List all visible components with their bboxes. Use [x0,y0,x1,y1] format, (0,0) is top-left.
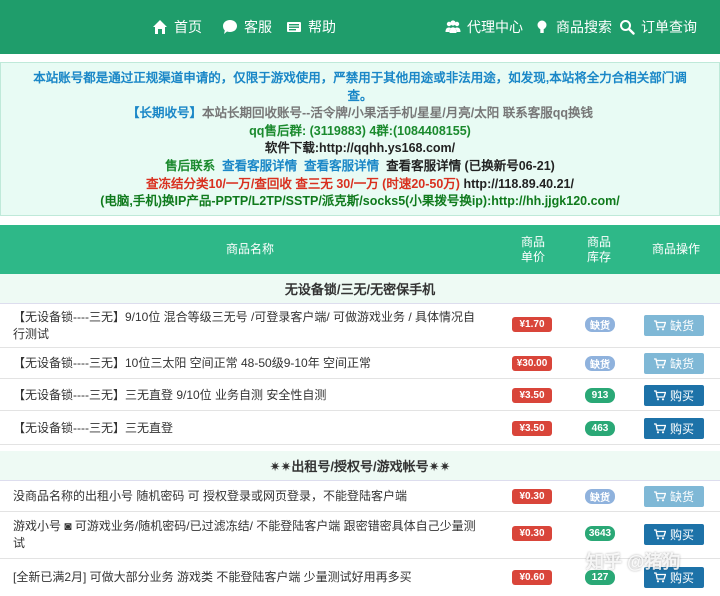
table-row: 【无设备锁----三无】10位三太阳 空间正常 48-50级9-10年 空间正常… [0,348,720,379]
notice-long-term-label: 【长期收号】 [127,106,203,121]
service-detail-link-1[interactable]: 查看客服详情 [222,159,297,173]
nav-home-label: 首页 [174,19,202,35]
notice-freeze-check: 查冻结分类10/一万/查回收 查三无 30/一万 (时速20-50万) [146,176,460,191]
notice-line-1b: 查。 [347,88,373,103]
nav-agent-label: 代理中心 [467,19,523,35]
button-label: 购买 [669,422,694,436]
nav-service[interactable]: 客服 [222,0,272,54]
cart-icon [653,423,666,434]
buy-button[interactable]: 购买 [644,385,704,406]
out-of-stock-button[interactable]: 缺货 [644,486,704,507]
home-icon [153,20,167,34]
cart-icon [653,491,666,502]
notice-freeze-url[interactable]: http://118.89.40.21/ [463,177,573,191]
button-label: 购买 [669,389,694,403]
nav-home[interactable]: 首页 [152,0,202,54]
product-name[interactable]: 【无设备锁----三无】三无直登 9/10位 业务自测 安全性自测 [13,387,483,404]
price-badge: ¥1.70 [512,317,552,332]
header-operation: 商品操作 [651,242,700,256]
search-icon [620,20,635,35]
cart-icon [653,390,666,401]
table-row: 【无设备锁----三无】三无直登 ¥3.50 463 购买 [0,411,720,445]
buy-button[interactable]: 购买 [644,418,704,439]
nav-service-label: 客服 [244,19,272,35]
price-badge: ¥30.00 [512,356,552,371]
nav-product-search-label: 商品搜索 [556,19,612,35]
notice-software-download: 软件下载:http://qqhh.ys168.com/ [264,141,456,156]
watermark: 知乎 @猪狗 [586,552,681,572]
category-header: ✷✷出租号/授权号/游戏帐号✷✷ [0,451,720,481]
notice-line-1a: 本站账号都是通过正规渠道申请的，仅限于游戏使用，严禁用于其他用途或非法用途，如发… [33,71,687,85]
stock-badge: 913 [585,388,615,403]
button-label: 缺货 [669,490,694,504]
category-header: 无设备锁/三无/无密保手机 [0,274,720,304]
cart-icon [653,529,666,540]
lightbulb-icon [537,20,547,33]
table-row: 【无设备锁----三无】三无直登 9/10位 业务自测 安全性自测 ¥3.50 … [0,379,720,411]
chat-bubble-icon [223,20,237,34]
nav-agent-center[interactable]: 代理中心 [445,0,523,54]
buy-button[interactable]: 购买 [644,524,704,545]
top-navigation: 首页 客服 帮助 代理中心 商品搜索 订单查询 [0,0,720,54]
stock-badge: 463 [585,421,615,436]
stock-badge: 缺货 [585,356,615,371]
notice-box: 本站账号都是通过正规渠道申请的，仅限于游戏使用，严禁用于其他用途或非法用途，如发… [0,62,720,216]
nav-product-search[interactable]: 商品搜索 [534,0,612,54]
product-name[interactable]: 没商品名称的出租小号 随机密码 可 授权登录或网页登录，不能登陆客户端 [13,488,483,505]
price-badge: ¥3.50 [512,388,552,403]
product-name[interactable]: 【无设备锁----三无】9/10位 混合等级三无号 /可登录客户端/ 可做游戏业… [13,309,483,342]
price-badge: ¥0.30 [512,489,552,504]
stock-badge: 缺货 [585,317,615,332]
product-name[interactable]: 【无设备锁----三无】10位三太阳 空间正常 48-50级9-10年 空间正常 [13,355,483,372]
table-row: 【无设备锁----三无】9/10位 混合等级三无号 /可登录客户端/ 可做游戏业… [0,304,720,348]
price-badge: ¥0.30 [512,526,552,541]
product-name[interactable]: [全新已满2月] 可做大部分业务 游戏类 不能登陆客户端 少量测试好用再多买 [13,569,483,586]
out-of-stock-button[interactable]: 缺货 [644,353,704,374]
stock-badge: 3643 [585,526,615,541]
notice-long-term-text: 本站长期回收账号--活令牌/小果活手机/星星/月亮/太阳 联系客服qq换钱 [202,106,593,121]
button-label: 购买 [669,528,694,542]
service-detail-link-3[interactable]: 查看客服详情 (已换新号06-21) [386,159,555,173]
notice-aftersale-label: 售后联系 [165,158,216,173]
button-label: 缺货 [669,357,694,371]
users-icon [445,20,461,33]
product-name[interactable]: 【无设备锁----三无】三无直登 [13,420,483,437]
table-row: 没商品名称的出租小号 随机密码 可 授权登录或网页登录，不能登陆客户端 ¥0.3… [0,481,720,512]
table-header: 商品名称 商品单价 商品库存 商品操作 [0,225,720,274]
service-detail-link-2[interactable]: 查看客服详情 [304,159,379,173]
cart-icon [653,320,666,331]
cart-icon [653,358,666,369]
price-badge: ¥0.60 [512,570,552,585]
notice-qq-group: qq售后群: (3119883) 4群:(1084408155) [249,123,471,138]
price-badge: ¥3.50 [512,421,552,436]
nav-order-search[interactable]: 订单查询 [619,0,697,54]
stock-badge: 缺货 [585,489,615,504]
notice-ip-products: (电脑,手机)换IP产品-PPTP/L2TP/SSTP/派克斯/socks5(小… [100,194,620,209]
out-of-stock-button[interactable]: 缺货 [644,315,704,336]
nav-help[interactable]: 帮助 [286,0,336,54]
header-stock: 商品库存 [586,234,611,264]
button-label: 缺货 [669,319,694,333]
product-name[interactable]: 游戏小号 ◙ 可游戏业务/随机密码/已过滤冻结/ 不能登陆客户端 跟密错密具体自… [13,518,483,551]
header-unit-price: 商品单价 [520,234,545,264]
nav-help-label: 帮助 [308,19,336,35]
nav-order-search-label: 订单查询 [641,19,697,35]
document-icon [287,22,301,32]
header-product-name: 商品名称 [225,242,274,256]
